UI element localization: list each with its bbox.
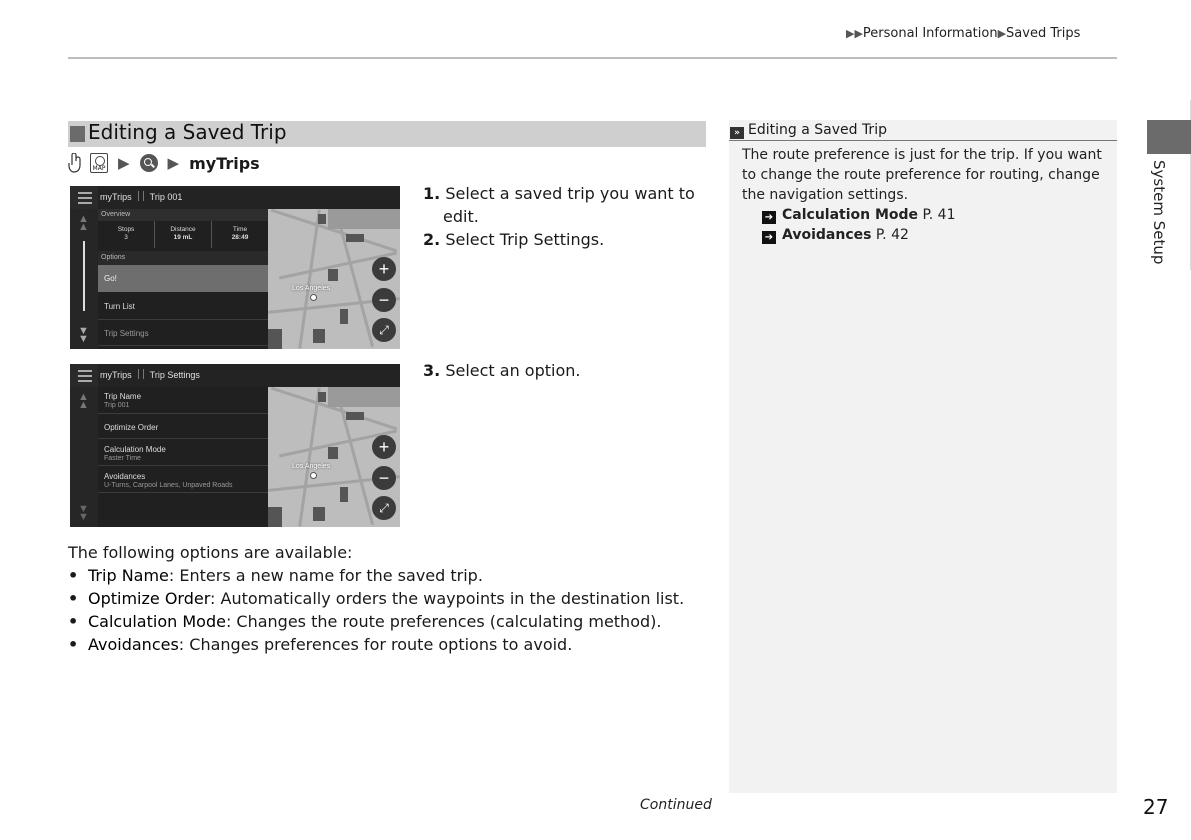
continued-label: Continued xyxy=(640,797,712,813)
map-view: Los Angeles + − ⤢ xyxy=(268,209,400,349)
navigation-path: MAP ▶ ▶ myTrips xyxy=(68,151,260,175)
turn-list-row[interactable]: Turn List xyxy=(98,293,268,320)
stat-time: Time 28:49 xyxy=(231,226,249,241)
map-city-label: Los Angeles xyxy=(292,285,331,292)
scroll-up-icon: ▲ ▲ xyxy=(78,391,89,411)
page-number: 27 xyxy=(1143,795,1169,819)
scroll-panel: ▲ ▲ ▼ ▼ xyxy=(70,209,98,349)
section-title: Editing a Saved Trip xyxy=(88,120,287,144)
fullscreen-button[interactable]: ⤢ xyxy=(372,496,396,520)
screen-list: Overview Stops 3 Distance 19 mL Time 28:49 … xyxy=(98,209,268,349)
double-chevron-icon: » xyxy=(730,127,744,139)
trip-stats: Stops 3 Distance 19 mL Time 28:49 xyxy=(98,221,268,248)
section-marker-icon xyxy=(70,126,85,142)
reference-link[interactable]: ➔ Avoidances P. 42 xyxy=(742,225,1112,245)
avoidances-row[interactable]: Avoidances U-Turns, Carpool Lanes, Unpave… xyxy=(98,469,268,493)
option-item: Calculation Mode: Changes the route pref… xyxy=(68,610,684,633)
screen-list: Trip Name Trip 001 Optimize Order Calcula… xyxy=(98,387,268,527)
scroll-up-icon: ▲ ▲ xyxy=(78,213,89,233)
breadcrumb: ▶▶Personal Information▶Saved Trips xyxy=(846,26,1080,41)
trip-overview-screenshot: myTrips Trip 001 ▲ ▲ ▼ ▼ Overview Stops 3 Di… xyxy=(70,186,400,349)
options-list: The following options are available: Tri… xyxy=(68,541,684,656)
stat-distance: Distance 19 mL xyxy=(155,221,212,248)
step-1: 1. Select a saved trip you want to xyxy=(423,184,695,203)
stat-stops: Stops 3 xyxy=(98,221,155,248)
trip-settings-row[interactable]: Trip Settings xyxy=(98,321,268,346)
path-destination: myTrips xyxy=(189,153,260,173)
option-item: Avoidances: Changes preferences for rout… xyxy=(68,633,684,656)
arrow-right-icon: ➔ xyxy=(762,211,776,224)
step-3: 3. Select an option. xyxy=(423,361,581,380)
map-city-label: Los Angeles xyxy=(292,463,331,470)
map-location-dot xyxy=(310,294,317,301)
side-note-header: » Editing a Saved Trip xyxy=(729,120,1117,141)
breadcrumb-item[interactable]: Personal Information xyxy=(863,26,998,41)
triangle-icon: ▶ xyxy=(167,154,180,172)
reference-link[interactable]: ➔ Calculation Mode P. 41 xyxy=(742,205,1112,225)
zoom-in-button[interactable]: + xyxy=(372,435,396,459)
options-header: Options xyxy=(98,251,268,265)
options-intro: The following options are available: xyxy=(68,543,353,562)
triangle-icon: ▶ xyxy=(997,27,1007,40)
step-1-cont: edit. xyxy=(443,207,479,226)
side-note-text: The route preference is just for the tri… xyxy=(742,147,1102,203)
option-item: Optimize Order: Automatically orders the… xyxy=(68,587,684,610)
arrow-right-icon: ➔ xyxy=(762,231,776,244)
double-triangle-icon: ▶▶ xyxy=(846,27,863,40)
scroll-down-icon: ▼ ▼ xyxy=(78,503,89,523)
map-view: Los Angeles + − ⤢ xyxy=(268,387,400,527)
screen-title-bar: myTrips Trip Settings xyxy=(70,364,400,387)
calculation-mode-row[interactable]: Calculation Mode Faster Time xyxy=(98,442,268,466)
screen-title: myTrips Trip 001 xyxy=(100,191,183,202)
zoom-in-button[interactable]: + xyxy=(372,257,396,281)
optimize-order-row[interactable]: Optimize Order xyxy=(98,417,268,439)
trip-name-row[interactable]: Trip Name Trip 001 xyxy=(98,390,268,414)
scrollbar xyxy=(83,241,85,311)
side-note-body: The route preference is just for the tri… xyxy=(742,145,1112,245)
search-icon xyxy=(139,154,158,172)
section-title-bar: Editing a Saved Trip xyxy=(68,120,706,147)
screen-title: myTrips Trip Settings xyxy=(100,369,200,380)
menu-icon xyxy=(70,186,98,209)
breadcrumb-item[interactable]: Saved Trips xyxy=(1006,26,1080,41)
scroll-panel: ▲ ▲ ▼ ▼ xyxy=(70,387,98,527)
screen-title-bar: myTrips Trip 001 xyxy=(70,186,400,209)
step-2: 2. Select Trip Settings. xyxy=(423,230,605,249)
header-divider xyxy=(68,57,1117,59)
triangle-icon: ▶ xyxy=(118,154,130,172)
chapter-tab-marker[interactable] xyxy=(1147,120,1191,154)
menu-icon xyxy=(70,364,98,387)
option-item: Trip Name: Enters a new name for the sav… xyxy=(68,564,684,587)
fullscreen-button[interactable]: ⤢ xyxy=(372,318,396,342)
side-note: » Editing a Saved Trip The route preferen… xyxy=(729,120,1117,793)
zoom-out-button[interactable]: − xyxy=(372,466,396,490)
map-button-icon: MAP xyxy=(90,153,108,173)
trip-settings-screenshot: myTrips Trip Settings ▲ ▲ ▼ ▼ Trip Name Trip… xyxy=(70,364,400,527)
chapter-tab-label[interactable]: System Setup xyxy=(1150,160,1168,264)
zoom-out-button[interactable]: − xyxy=(372,288,396,312)
voice-hand-icon xyxy=(68,152,84,173)
go-row[interactable]: Go! xyxy=(98,265,268,292)
steps-1-2: 1. Select a saved trip you want to edit.… xyxy=(423,182,713,251)
map-location-dot xyxy=(310,472,317,479)
overview-header: Overview xyxy=(98,209,268,221)
scroll-down-icon: ▼ ▼ xyxy=(78,325,89,345)
